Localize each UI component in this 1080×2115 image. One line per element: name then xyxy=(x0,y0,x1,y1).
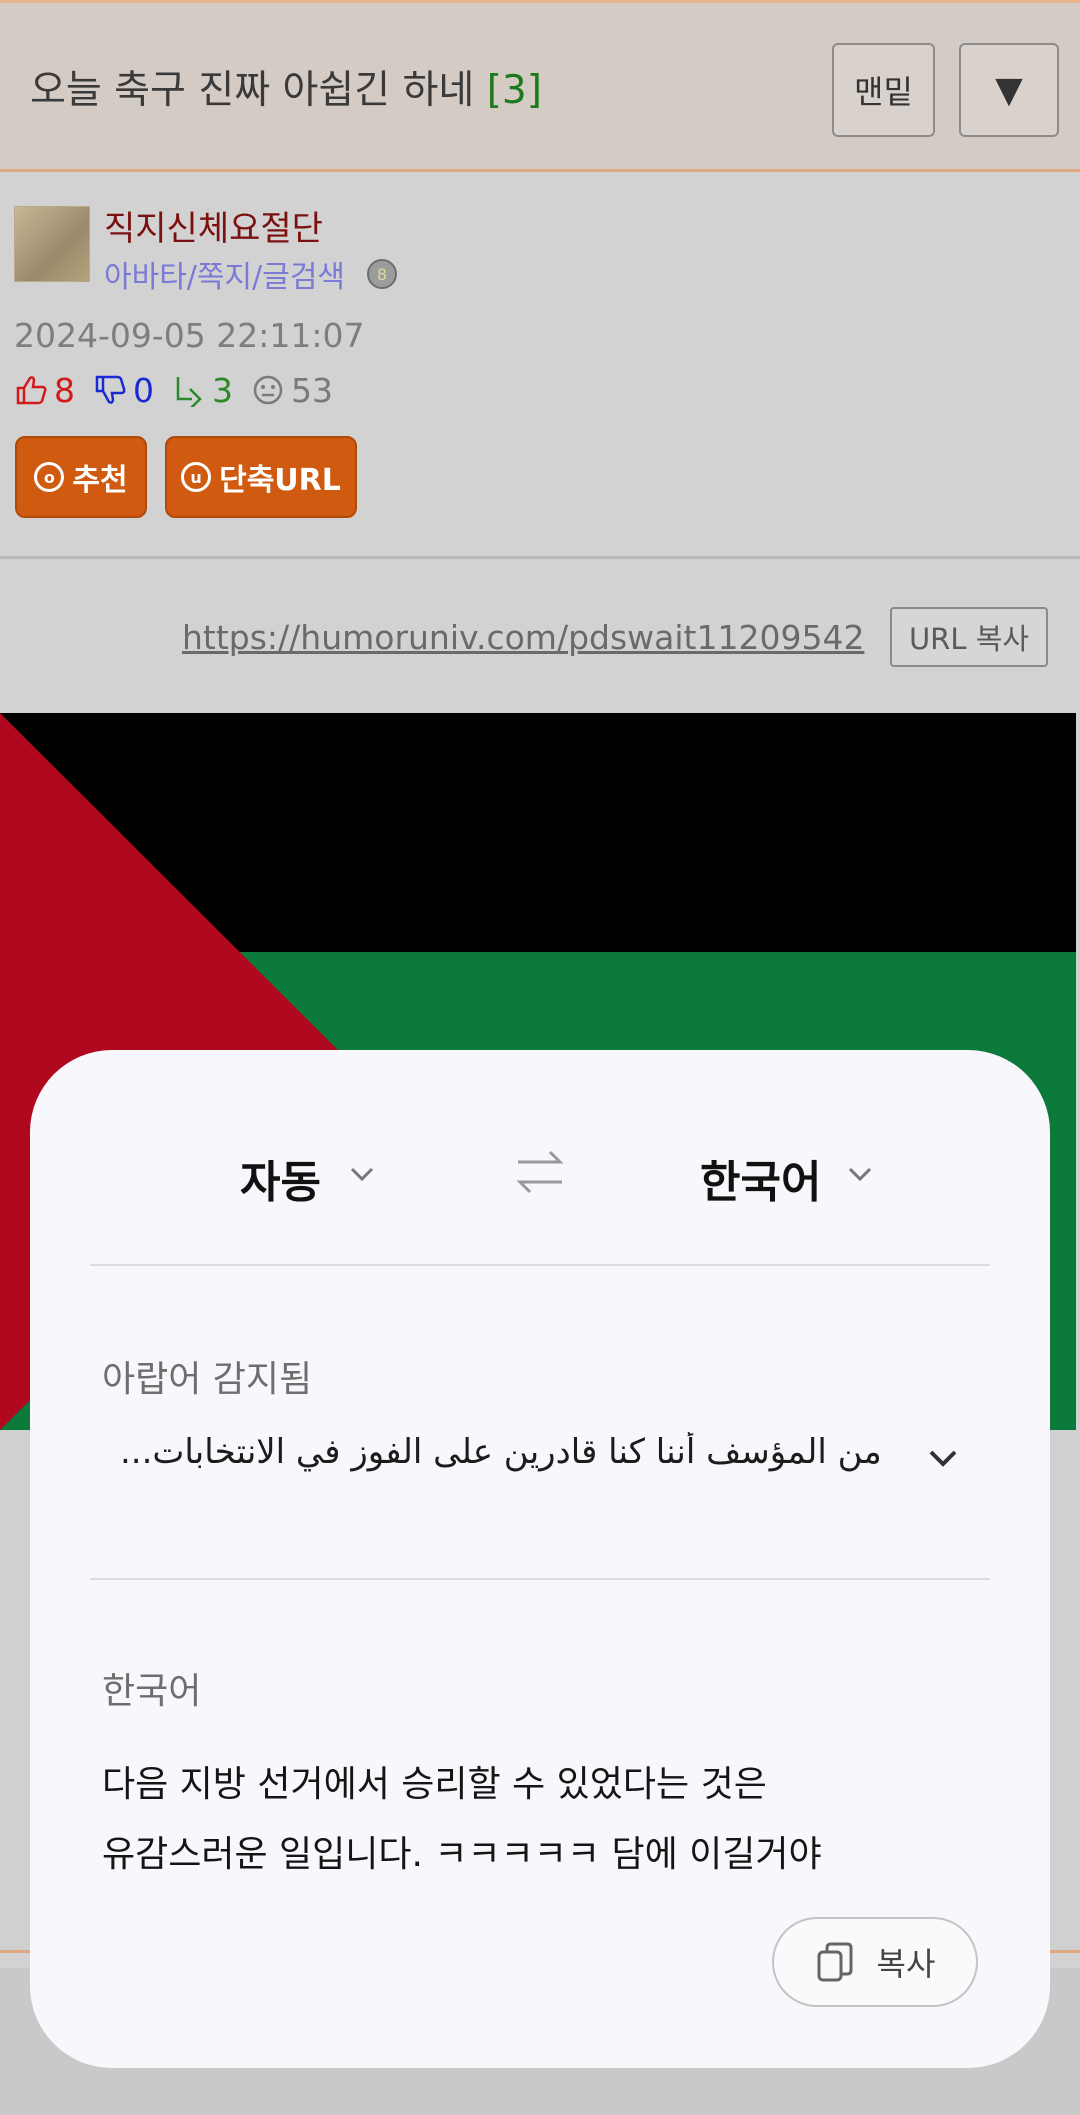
post-title: 오늘 축구 진짜 아쉽긴 하네 [3] xyxy=(30,59,542,115)
separator xyxy=(90,1578,990,1580)
post-stats: 8 0 3 53 xyxy=(14,369,351,411)
author-links[interactable]: 아바타/쪽지/글검색 xyxy=(104,252,345,296)
url-copy-button[interactable]: URL 복사 xyxy=(890,607,1048,667)
divider xyxy=(0,556,1080,559)
like-stat: 8 xyxy=(14,371,75,410)
dropdown-button[interactable]: ▼ xyxy=(959,43,1059,137)
smiley-view-icon xyxy=(253,375,283,405)
chevron-down-icon xyxy=(848,1167,872,1182)
thumbs-down-icon xyxy=(95,375,126,404)
recommend-button[interactable]: o 추천 xyxy=(15,436,147,518)
post-header: 오늘 축구 진짜 아쉽긴 하네 [3] 맨밑 ▼ xyxy=(0,0,1080,172)
target-language-heading: 한국어 xyxy=(102,1671,202,1712)
translated-text[interactable]: 다음 지방 선거에서 승리할 수 있었다는 것은 유감스러운 일입니다. ㅋㅋㅋ… xyxy=(102,1750,962,1890)
expand-chevron-icon[interactable] xyxy=(927,1448,959,1468)
short-url-icon: u xyxy=(181,462,212,492)
translated-line-2: 유감스러운 일입니다. ㅋㅋㅋㅋㅋ 담에 이길거야 xyxy=(102,1834,822,1875)
source-text[interactable]: من المؤسف أننا كنا قادرين على الفوز في ا… xyxy=(120,1432,932,1472)
post-date: 2024-09-05 22:11:07 xyxy=(14,316,365,355)
dislike-count: 0 xyxy=(133,370,154,410)
dislike-stat: 0 xyxy=(93,371,154,410)
copy-button[interactable]: 복사 xyxy=(772,1917,978,2007)
user-level-badge-icon: 8 xyxy=(367,259,397,289)
view-stat: 53 xyxy=(251,371,333,410)
swap-languages-icon[interactable] xyxy=(514,1146,566,1198)
target-language-label: 한국어 xyxy=(700,1157,822,1208)
scroll-bottom-button[interactable]: 맨밑 xyxy=(832,43,935,137)
reply-arrow-icon xyxy=(176,377,202,407)
translation-sheet: 자동 한국어 아랍어 감지됨 من المؤسف أننا كنا قادرين… xyxy=(30,1050,1050,2068)
reply-stat: 3 xyxy=(172,371,233,410)
separator xyxy=(90,1264,990,1266)
like-count: 8 xyxy=(54,370,75,410)
translated-line-1: 다음 지방 선거에서 승리할 수 있었다는 것은 xyxy=(102,1764,767,1805)
short-url-label: 단축URL xyxy=(219,463,341,498)
recommend-icon: o xyxy=(34,462,65,492)
source-language-label: 자동 xyxy=(240,1157,321,1208)
recommend-label: 추천 xyxy=(72,463,128,498)
target-language-selector[interactable]: 한국어 xyxy=(700,1146,821,1210)
avatar[interactable] xyxy=(14,206,90,282)
post-url-link[interactable]: https://humoruniv.com/pdswait11209542 xyxy=(182,618,864,657)
author-name[interactable]: 직지신체요절단 xyxy=(104,201,323,250)
post-title-text: 오늘 축구 진짜 아쉽긴 하네 xyxy=(30,68,475,113)
reply-count: 3 xyxy=(212,370,233,410)
short-url-button[interactable]: u 단축URL xyxy=(165,436,357,518)
thumbs-up-icon xyxy=(16,376,47,405)
copy-label: 복사 xyxy=(876,1945,936,1983)
comment-count[interactable]: [3] xyxy=(487,68,542,113)
source-language-selector[interactable]: 자동 xyxy=(240,1146,321,1210)
view-count: 53 xyxy=(291,370,333,410)
copy-icon xyxy=(817,1942,853,1982)
detected-language-label: 아랍어 감지됨 xyxy=(102,1359,313,1400)
chevron-down-icon xyxy=(350,1167,374,1182)
